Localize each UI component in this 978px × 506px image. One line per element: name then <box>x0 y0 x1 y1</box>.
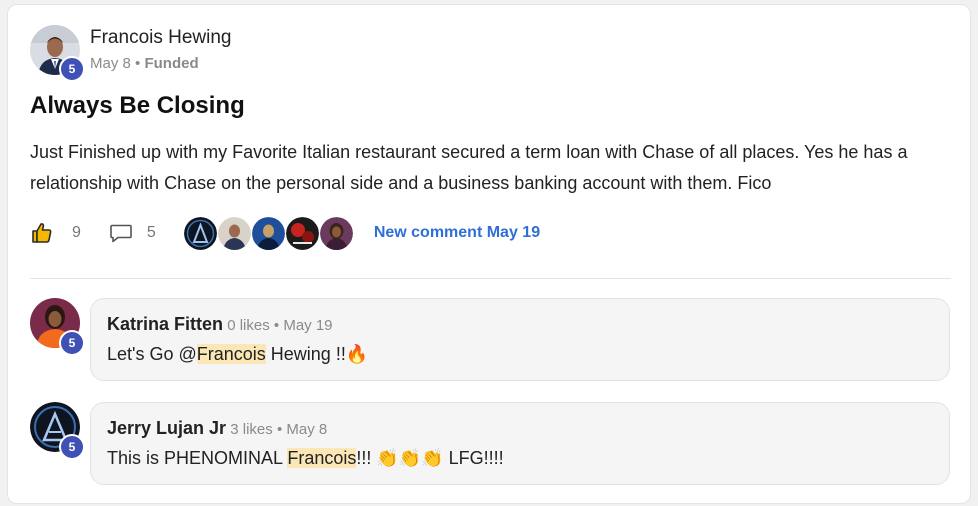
comment-text-before: This is PHENOMINAL <box>107 448 288 468</box>
author-level-badge: 5 <box>59 56 85 82</box>
like-count: 9 <box>72 224 81 241</box>
post-category[interactable]: Funded <box>144 55 198 72</box>
commenter-avatar[interactable] <box>251 216 285 250</box>
mention-link[interactable]: Francois <box>287 448 357 468</box>
post-title[interactable]: Always Be Closing <box>30 92 245 120</box>
meta-separator: • <box>135 55 141 72</box>
comment-separator: • <box>273 317 280 334</box>
comment-author[interactable]: Katrina Fitten <box>107 314 223 334</box>
comment: Jerry Lujan Jr 3 likes • May 8 This is P… <box>90 402 950 485</box>
comment: Katrina Fitten 0 likes • May 19 Let's Go… <box>90 298 950 381</box>
post-body: Just Finished up with my Favorite Italia… <box>30 142 908 193</box>
commenter-avatar[interactable] <box>217 216 251 250</box>
comment-date: May 19 <box>283 317 333 334</box>
comment-text-before: Let's Go @ <box>107 344 197 364</box>
comment-likes: 0 likes <box>227 317 270 334</box>
comment-text: Let's Go @Francois Hewing !!🔥 <box>107 344 368 365</box>
commenter-avatars[interactable] <box>183 216 354 250</box>
comment-author[interactable]: Jerry Lujan Jr <box>107 418 226 438</box>
comments-divider <box>30 278 951 279</box>
comment-count: 5 <box>146 224 156 241</box>
post-meta: May 8 • Funded <box>90 55 199 72</box>
commenter-avatar[interactable] <box>285 216 319 250</box>
author-name[interactable]: Francois Hewing <box>90 27 232 49</box>
commenter-level-badge: 5 <box>59 330 85 356</box>
post-actions: 9 5 New comment May 19 <box>30 216 540 250</box>
comment-separator: • <box>276 421 283 438</box>
commenter-avatar[interactable] <box>319 216 353 250</box>
post-card: 5 Francois Hewing May 8 • Funded Always … <box>7 4 971 504</box>
mention-link[interactable]: Francois <box>196 344 266 364</box>
comment-text-after: !!! 👏👏👏 LFG!!!! <box>356 448 504 468</box>
comment-text: This is PHENOMINAL Francois!!! 👏👏👏 LFG!!… <box>107 448 504 469</box>
commenter-level-badge: 5 <box>59 434 85 460</box>
thumbs-up-icon[interactable] <box>30 221 54 245</box>
comment-likes: 3 likes <box>230 421 273 438</box>
commenter-avatar[interactable] <box>183 216 217 250</box>
new-comment-link[interactable]: New comment May 19 <box>374 224 540 242</box>
comment-date: May 8 <box>286 421 328 438</box>
comment-bubble-icon[interactable] <box>109 221 133 245</box>
post-date: May 8 <box>90 55 131 72</box>
comment-header: Jerry Lujan Jr 3 likes • May 8 <box>107 418 327 439</box>
comment-text-after: Hewing !!🔥 <box>265 344 369 364</box>
comment-header: Katrina Fitten 0 likes • May 19 <box>107 314 333 335</box>
